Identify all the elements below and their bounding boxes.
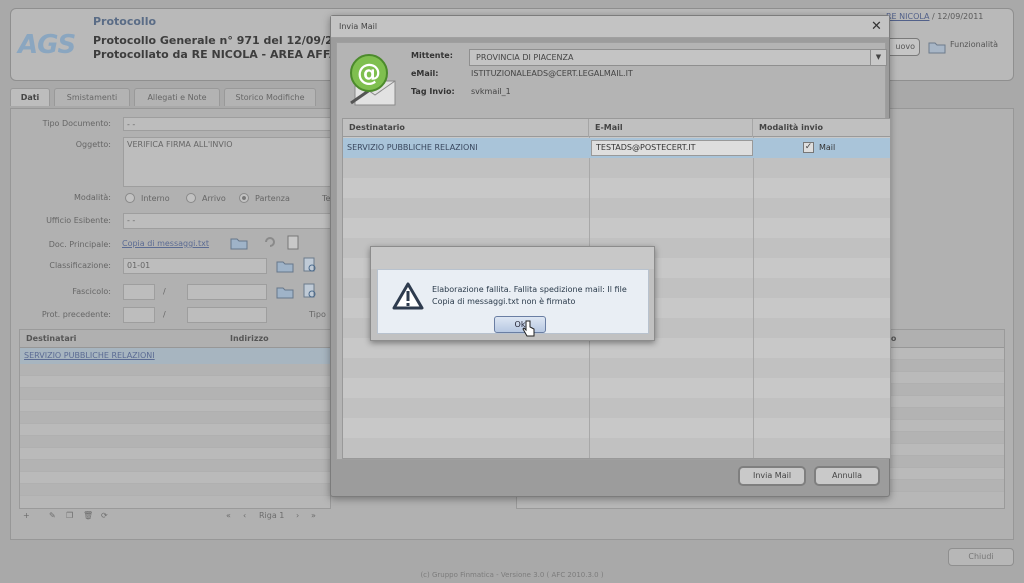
footer: (c) Gruppo Finmatica - Versione 3.0 ( AF… bbox=[420, 571, 604, 579]
email-label: eMail: bbox=[411, 69, 439, 78]
refresh-icon[interactable]: ⟳ bbox=[101, 511, 108, 520]
doc-principale-link[interactable]: Copia di messaggi.txt bbox=[122, 239, 209, 248]
tipo-label: Tipo bbox=[309, 310, 326, 319]
classificazione-field[interactable]: 01-01 bbox=[123, 258, 267, 274]
doc-principale-label: Doc. Principale: bbox=[48, 240, 111, 249]
undo-icon[interactable] bbox=[263, 235, 277, 252]
modalita-label: Modalità: bbox=[74, 193, 111, 202]
funzionalita-button[interactable]: Funzionalità bbox=[950, 40, 998, 49]
alert-titlebar bbox=[371, 247, 654, 269]
invia-mail-button[interactable]: Invia Mail bbox=[738, 466, 806, 486]
prot-precedente-label: Prot. precedente: bbox=[41, 310, 111, 319]
edit-icon[interactable]: ✎ bbox=[49, 511, 56, 520]
close-icon[interactable]: ✕ bbox=[871, 19, 882, 34]
fascicolo-numero-field[interactable] bbox=[187, 284, 267, 300]
delete-icon[interactable]: 🗑 bbox=[83, 511, 93, 520]
email-at-icon: @ bbox=[347, 51, 399, 107]
app-title: Protocollo bbox=[93, 15, 157, 28]
row-destinatario: SERVIZIO PUBBLICHE RELAZIONI bbox=[347, 143, 478, 152]
tab-storico[interactable]: Storico Modifiche bbox=[224, 88, 316, 106]
fascicolo-anno-field[interactable] bbox=[123, 284, 155, 300]
mittente-label: Mittente: bbox=[411, 51, 453, 60]
svg-text:@: @ bbox=[357, 59, 381, 87]
oggetto-field[interactable]: VERIFICA FIRMA ALL'INVIO bbox=[123, 137, 333, 187]
tag-invio-value: svkmail_1 bbox=[471, 87, 511, 96]
alert-content: Elaborazione fallita. Fallita spedizione… bbox=[377, 269, 649, 334]
destinatari-grid-header: Destinatari Indirizzo bbox=[20, 330, 330, 348]
user-link[interactable]: RE NICOLA bbox=[886, 12, 930, 21]
chiudi-button[interactable]: Chiudi bbox=[948, 548, 1014, 566]
row-modalita-label: Mail bbox=[819, 143, 836, 152]
ufficio-field[interactable]: - - bbox=[123, 213, 333, 229]
ok-button[interactable]: Ok bbox=[494, 316, 546, 333]
tab-dati[interactable]: Dati bbox=[10, 88, 50, 106]
next-page-icon[interactable]: › bbox=[296, 511, 299, 520]
copy-icon[interactable]: ❐ bbox=[66, 511, 73, 520]
classificazione-folder-icon[interactable] bbox=[276, 259, 294, 276]
dialog-title: Invia Mail bbox=[339, 22, 378, 31]
open-folder-icon[interactable] bbox=[230, 236, 248, 253]
date-text: / 12/09/2011 bbox=[929, 12, 984, 21]
radio-partenza[interactable] bbox=[239, 193, 249, 203]
prot-anno-field[interactable] bbox=[123, 307, 155, 323]
col-destinatario[interactable]: Destinatario bbox=[343, 119, 589, 137]
document-icon[interactable] bbox=[287, 235, 299, 253]
classificazione-label: Classificazione: bbox=[49, 261, 111, 270]
row-email-input[interactable]: TESTADS@POSTECERT.IT bbox=[591, 140, 753, 156]
mittente-select[interactable]: PROVINCIA DI PIACENZA ▼ bbox=[469, 49, 887, 66]
prot-slash: / bbox=[163, 310, 166, 319]
tipo-documento-field[interactable]: - - bbox=[123, 117, 333, 131]
hand-cursor-icon bbox=[522, 320, 536, 341]
table-row[interactable]: SERVIZIO PUBBLICHE RELAZIONI bbox=[20, 348, 330, 364]
col-email[interactable]: E-Mail bbox=[589, 119, 753, 137]
prot-numero-field[interactable] bbox=[187, 307, 267, 323]
alert-message: Elaborazione fallita. Fallita spedizione… bbox=[432, 285, 627, 306]
tab-allegati[interactable]: Allegati e Note bbox=[134, 88, 220, 106]
error-alert: Elaborazione fallita. Fallita spedizione… bbox=[370, 246, 655, 341]
col-destinatari: Destinatari bbox=[26, 334, 77, 343]
prev-page-icon[interactable]: ‹ bbox=[243, 511, 246, 520]
col-modalita-invio[interactable]: Modalità invio bbox=[753, 119, 890, 137]
annulla-button[interactable]: Annulla bbox=[814, 466, 880, 486]
pager-label: Riga 1 bbox=[259, 511, 285, 520]
radio-arrivo[interactable] bbox=[186, 193, 196, 203]
radio-partenza-label: Partenza bbox=[255, 194, 290, 203]
last-page-icon[interactable]: » bbox=[311, 511, 316, 520]
ags-logo: AGS bbox=[18, 30, 76, 60]
radio-arrivo-label: Arrivo bbox=[202, 194, 226, 203]
oggetto-label: Oggetto: bbox=[75, 140, 111, 149]
mail-checkbox[interactable]: ✓ bbox=[803, 142, 814, 153]
email-value: ISTITUZIONALEADS@CERT.LEGALMAIL.IT bbox=[471, 69, 633, 78]
fascicolo-search-icon[interactable] bbox=[303, 283, 317, 302]
mittente-value: PROVINCIA DI PIACENZA bbox=[476, 53, 574, 62]
fascicolo-label: Fascicolo: bbox=[72, 287, 111, 296]
dialog-titlebar bbox=[331, 16, 889, 38]
radio-interno[interactable] bbox=[125, 193, 135, 203]
grid-header: Destinatario E-Mail Modalità invio bbox=[343, 119, 890, 137]
tab-smistamenti[interactable]: Smistamenti bbox=[54, 88, 130, 106]
protocol-author: Protocollato da RE NICOLA - AREA AFFARI … bbox=[93, 48, 364, 61]
col-indirizzo: Indirizzo bbox=[230, 334, 269, 343]
destinatari-grid: Destinatari Indirizzo SERVIZIO PUBBLICHE… bbox=[19, 329, 331, 509]
classificazione-search-icon[interactable] bbox=[303, 257, 317, 276]
ufficio-label: Ufficio Esibente: bbox=[46, 216, 111, 225]
fascicolo-folder-icon[interactable] bbox=[276, 285, 294, 302]
fascicolo-slash: / bbox=[163, 287, 166, 296]
table-row[interactable]: SERVIZIO PUBBLICHE RELAZIONI TESTADS@POS… bbox=[343, 138, 890, 158]
tag-invio-label: Tag Invio: bbox=[411, 87, 455, 96]
add-icon[interactable]: + bbox=[23, 511, 30, 520]
first-page-icon[interactable]: « bbox=[226, 511, 231, 520]
warning-icon bbox=[392, 282, 424, 310]
radio-interno-label: Interno bbox=[141, 194, 170, 203]
protocol-number: Protocollo Generale n° 971 del 12/09/201… bbox=[93, 34, 356, 47]
tipo-documento-label: Tipo Documento: bbox=[42, 119, 111, 128]
chevron-down-icon[interactable]: ▼ bbox=[870, 50, 886, 65]
left-pager: + ✎ ❐ 🗑 ⟳ « ‹ Riga 1 › » bbox=[21, 511, 331, 527]
user-date: RE NICOLA / 12/09/2011 bbox=[886, 12, 983, 21]
folder-icon bbox=[928, 40, 946, 57]
